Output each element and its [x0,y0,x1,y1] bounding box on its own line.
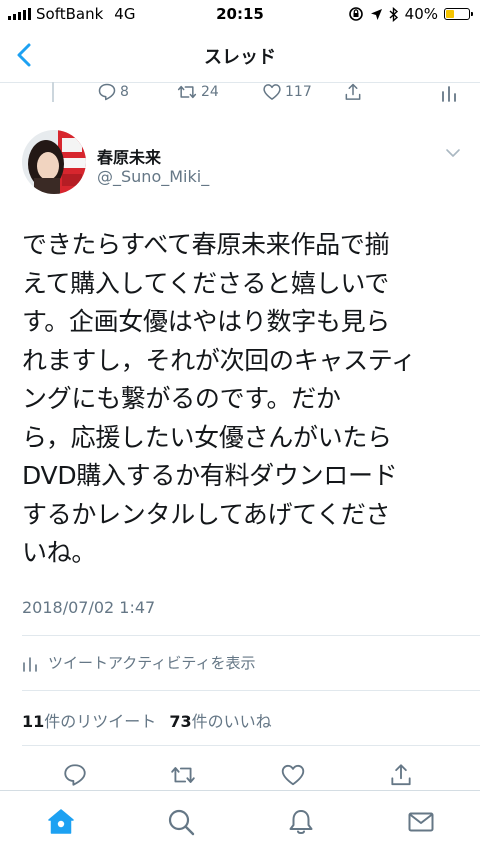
retweet-count: 11 [22,712,45,731]
share-icon [345,83,361,100]
share-button[interactable] [388,762,414,788]
tab-notifications[interactable] [286,807,316,837]
tweet-text: できたらすべて春原未来作品で揃 えて購入してくださると嬉しいで す。企画女優はや… [22,230,416,567]
author-name[interactable]: 春原未来 [97,144,161,168]
previous-like-count: 117 [285,84,312,100]
retweet-icon [171,767,195,783]
tab-messages[interactable] [406,807,436,837]
tweet-activity-label: ツイートアクティビティを表示 [48,654,256,672]
like-count: 73 [169,712,192,731]
battery-percent: 40% [404,5,438,23]
previous-reply-count: 8 [120,84,129,100]
analytics-icon [23,656,37,672]
reply-icon [64,764,86,786]
divider [22,745,480,746]
chevron-down-icon [446,149,460,157]
divider [22,690,480,691]
retweet-label: 件のリツイート [44,712,157,731]
page-title: スレッド [204,47,276,68]
reply-button[interactable] [62,762,88,788]
home-icon [48,809,74,834]
likes-stat[interactable]: 73件のいいね [169,712,271,731]
previous-reply-button[interactable]: 8 [97,82,129,102]
tab-search[interactable] [166,807,196,837]
share-icon [391,764,411,786]
messages-icon [408,812,434,832]
status-right: 40% [348,5,473,23]
tweet-options-button[interactable] [445,145,461,161]
previous-like-button[interactable]: 117 [262,82,312,102]
screen-rotation-lock-icon [348,7,363,21]
tab-bar [0,790,480,854]
tweet-stats: 11件のリツイート 73件のいいね [22,708,272,732]
retweet-icon [177,85,197,99]
bluetooth-icon [389,6,398,22]
reply-icon [98,83,116,101]
search-icon [168,809,195,836]
notifications-icon [289,810,313,834]
heart-icon [263,84,281,100]
retweet-button[interactable] [170,762,196,788]
avatar[interactable] [22,130,86,194]
tweet-actions [0,760,480,790]
avatar-photo [22,130,86,194]
analytics-icon [442,86,456,102]
navigation-bar: スレッド [0,30,480,83]
battery-icon [444,8,473,20]
status-bar: SoftBank 4G 20:15 40% [0,0,480,30]
previous-analytics-button[interactable] [440,82,458,102]
tab-home[interactable] [46,807,76,837]
like-button[interactable] [280,762,306,788]
previous-share-button[interactable] [343,82,363,102]
divider [22,635,480,636]
previous-tweet-actions: 8 24 117 [0,82,480,104]
location-icon [370,8,382,20]
tweet-timestamp: 2018/07/02 1:47 [22,598,156,617]
heart-icon [281,764,305,786]
previous-retweet-button[interactable]: 24 [176,82,219,102]
previous-retweet-count: 24 [201,84,219,100]
like-label: 件のいいね [191,712,272,731]
author-handle[interactable]: @_Suno_Miki_ [97,167,209,186]
retweets-stat[interactable]: 11件のリツイート [22,712,156,731]
tweet-activity-link[interactable]: ツイートアクティビティを表示 [22,652,255,673]
